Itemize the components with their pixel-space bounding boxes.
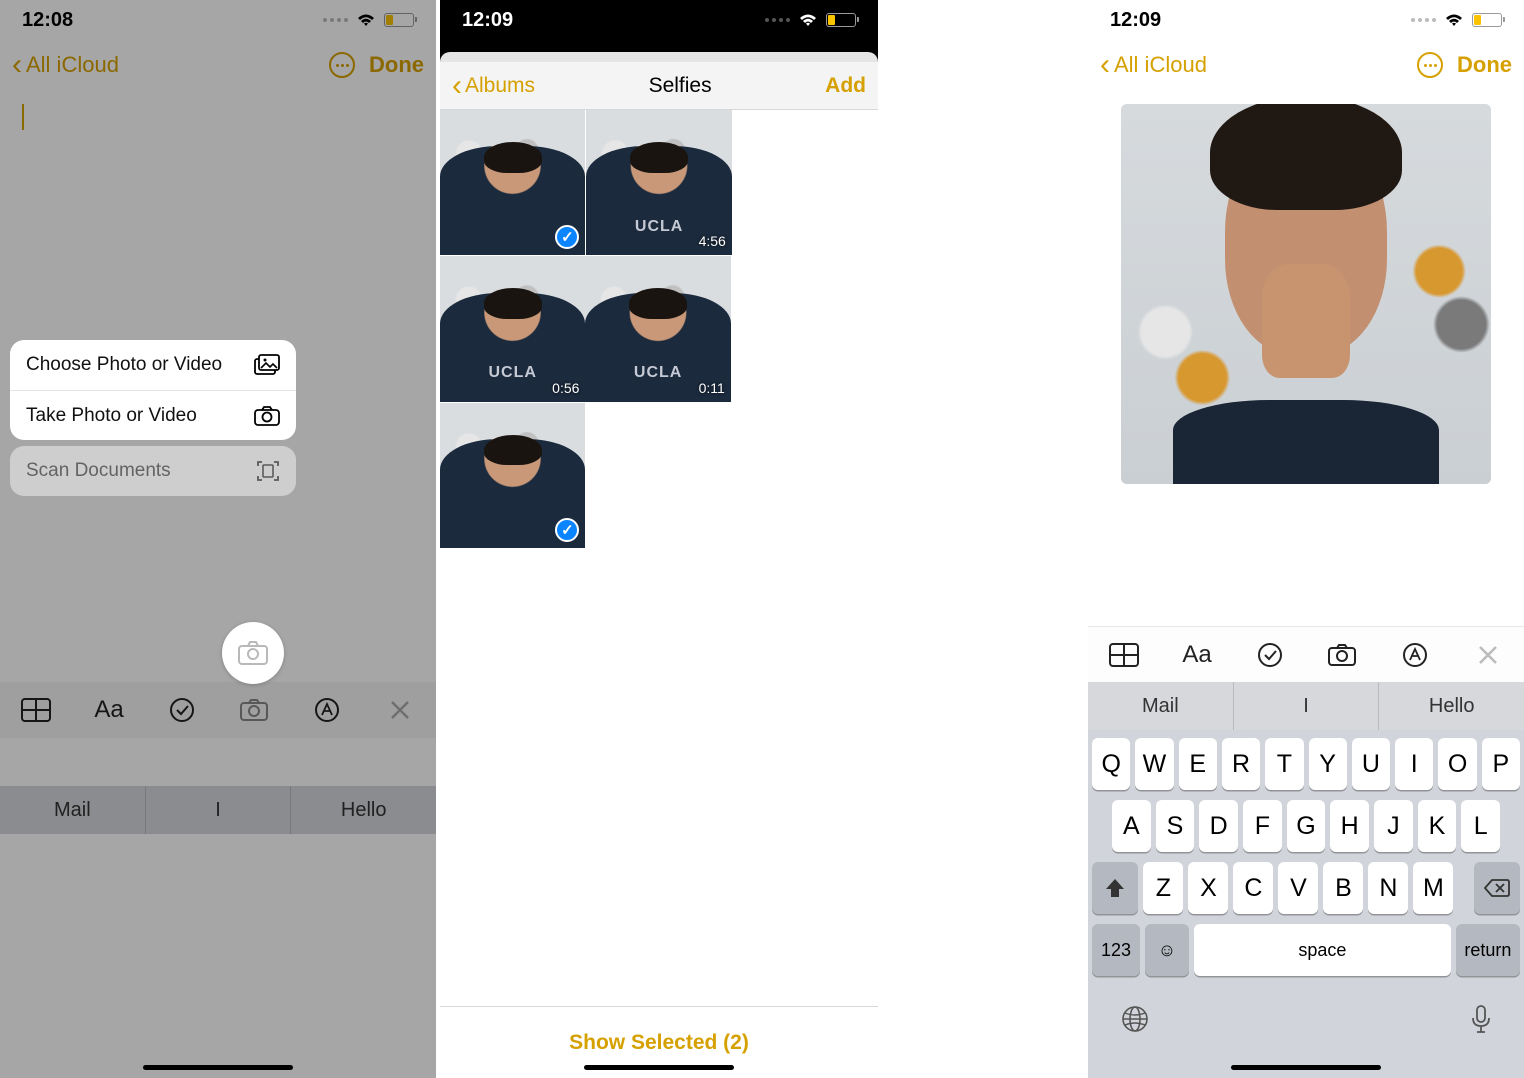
camera-button-highlight[interactable] — [222, 622, 284, 684]
key-j[interactable]: J — [1374, 800, 1413, 852]
globe-key[interactable] — [1120, 1004, 1150, 1036]
checklist-button[interactable] — [1233, 642, 1306, 668]
close-keyboard-button[interactable] — [1451, 644, 1524, 666]
photo-thumbnail[interactable]: ✓ — [440, 110, 585, 255]
key-r[interactable]: R — [1222, 738, 1260, 790]
key-z[interactable]: Z — [1143, 862, 1183, 914]
status-time: 12:09 — [462, 9, 513, 32]
key-e[interactable]: E — [1179, 738, 1217, 790]
camera-icon — [254, 405, 280, 427]
screenshot-1: 12:08 ‹ All iCloud Done Choose Photo or … — [0, 0, 436, 1078]
return-key[interactable]: return — [1456, 924, 1520, 976]
battery-icon — [826, 13, 856, 27]
key-u[interactable]: U — [1352, 738, 1390, 790]
chevron-left-icon: ‹ — [1100, 50, 1110, 80]
key-b[interactable]: B — [1323, 862, 1363, 914]
photo-thumbnail[interactable]: ✓ — [440, 403, 585, 548]
add-button[interactable]: Add — [825, 74, 866, 98]
wifi-icon — [798, 13, 818, 27]
key-h[interactable]: H — [1330, 800, 1369, 852]
keyboard-suggestions: Mail I Hello — [1088, 682, 1524, 730]
photo-thumbnail[interactable]: UCLA4:56 — [586, 110, 731, 255]
back-button[interactable]: ‹ All iCloud — [1100, 50, 1207, 80]
screenshot-2: 12:09 ‹ Albums Selfies Add ✓UCLA4:56UCLA… — [440, 0, 878, 1078]
camera-menu: Choose Photo or Video Take Photo or Vide… — [10, 340, 296, 496]
table-button[interactable] — [1088, 643, 1161, 667]
numbers-key[interactable]: 123 — [1092, 924, 1140, 976]
status-bar: 12:09 — [1088, 0, 1524, 40]
emoji-key[interactable]: ☺ — [1145, 924, 1189, 976]
notes-toolbar: Aa — [1088, 626, 1524, 682]
albums-back-button[interactable]: ‹ Albums — [452, 69, 535, 103]
wifi-icon — [1444, 13, 1464, 27]
key-c[interactable]: C — [1233, 862, 1273, 914]
key-a[interactable]: A — [1112, 800, 1151, 852]
photos-icon — [254, 354, 280, 376]
status-bar: 12:09 — [440, 0, 878, 40]
camera-button[interactable] — [1306, 643, 1379, 667]
format-button[interactable]: Aa — [1161, 641, 1234, 669]
video-duration: 4:56 — [699, 233, 726, 249]
dictation-key[interactable] — [1470, 1004, 1492, 1036]
scan-icon — [256, 459, 280, 483]
photo-thumbnail[interactable]: UCLA0:11 — [585, 256, 730, 401]
backspace-key[interactable] — [1474, 862, 1520, 914]
home-indicator[interactable] — [1231, 1065, 1381, 1070]
key-w[interactable]: W — [1135, 738, 1173, 790]
shift-key[interactable] — [1092, 862, 1138, 914]
screenshot-3: 12:09 ‹ All iCloud Done Aa — [1088, 0, 1524, 1078]
suggestion-3[interactable]: Hello — [1378, 682, 1524, 730]
home-indicator[interactable] — [584, 1065, 734, 1070]
picker-nav: ‹ Albums Selfies Add — [440, 62, 878, 110]
key-x[interactable]: X — [1188, 862, 1228, 914]
key-o[interactable]: O — [1438, 738, 1476, 790]
key-m[interactable]: M — [1413, 862, 1453, 914]
key-l[interactable]: L — [1461, 800, 1500, 852]
done-button[interactable]: Done — [1457, 52, 1512, 78]
note-body[interactable] — [1088, 90, 1524, 590]
photo-thumbnail[interactable]: UCLA0:56 — [440, 256, 585, 401]
space-key[interactable]: space — [1194, 924, 1451, 976]
markup-button[interactable] — [1379, 642, 1452, 668]
key-p[interactable]: P — [1482, 738, 1520, 790]
picker-title: Selfies — [649, 74, 712, 98]
home-indicator[interactable] — [143, 1065, 293, 1070]
status-time: 12:09 — [1110, 9, 1161, 32]
sheet-grabber[interactable] — [440, 40, 878, 62]
more-button[interactable] — [1417, 52, 1443, 78]
cell-dots-icon — [1411, 18, 1436, 22]
suggestion-1[interactable]: Mail — [1088, 682, 1233, 730]
key-g[interactable]: G — [1287, 800, 1326, 852]
video-duration: 0:11 — [699, 380, 725, 396]
menu-scan-documents[interactable]: Scan Documents — [10, 446, 296, 496]
battery-icon — [1472, 13, 1502, 27]
inserted-photo[interactable] — [1121, 104, 1491, 484]
suggestion-2[interactable]: I — [1233, 682, 1379, 730]
menu-choose-photo[interactable]: Choose Photo or Video — [10, 340, 296, 390]
photo-grid: ✓UCLA4:56UCLA0:56UCLA0:11✓ — [440, 110, 878, 549]
key-t[interactable]: T — [1265, 738, 1303, 790]
key-d[interactable]: D — [1199, 800, 1238, 852]
chevron-left-icon: ‹ — [452, 69, 462, 103]
key-n[interactable]: N — [1368, 862, 1408, 914]
key-f[interactable]: F — [1243, 800, 1282, 852]
key-i[interactable]: I — [1395, 738, 1433, 790]
dim-overlay — [0, 0, 436, 1078]
key-k[interactable]: K — [1418, 800, 1457, 852]
key-v[interactable]: V — [1278, 862, 1318, 914]
key-s[interactable]: S — [1156, 800, 1195, 852]
keyboard[interactable]: QWERTYUIOP ASDFGHJKL ZXCVBNM 123 ☺ space… — [1088, 730, 1524, 1078]
key-q[interactable]: Q — [1092, 738, 1130, 790]
key-y[interactable]: Y — [1309, 738, 1347, 790]
video-duration: 0:56 — [552, 380, 579, 396]
menu-take-photo[interactable]: Take Photo or Video — [10, 390, 296, 440]
cell-dots-icon — [765, 18, 790, 22]
nav-bar: ‹ All iCloud Done — [1088, 40, 1524, 90]
